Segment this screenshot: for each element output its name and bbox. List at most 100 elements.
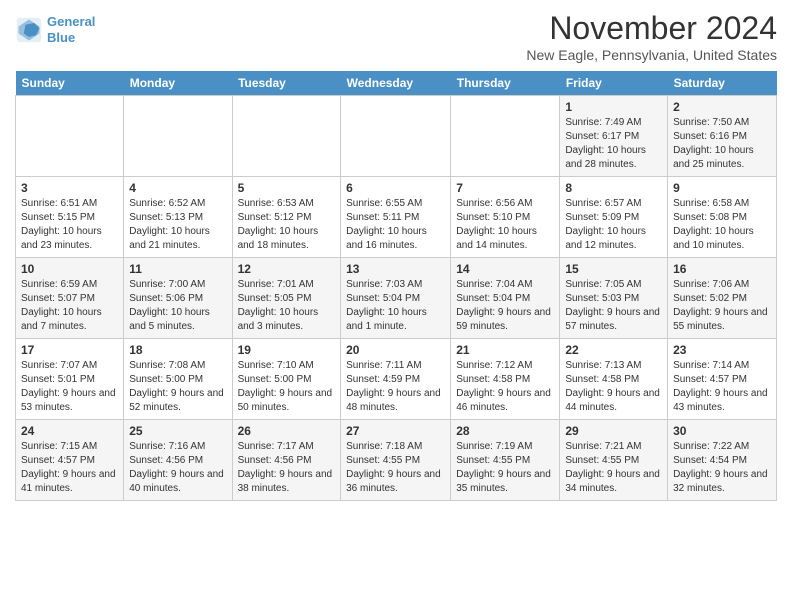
day-info: Sunrise: 6:58 AM Sunset: 5:08 PM Dayligh… bbox=[673, 197, 771, 253]
day-number: 10 bbox=[21, 262, 118, 276]
weekday-header: Saturday bbox=[668, 71, 777, 96]
day-info: Sunrise: 6:59 AM Sunset: 5:07 PM Dayligh… bbox=[21, 278, 118, 334]
calendar-week-row: 24 Sunrise: 7:15 AM Sunset: 4:57 PM Dayli… bbox=[16, 420, 777, 501]
day-number: 23 bbox=[673, 343, 771, 357]
day-number: 25 bbox=[129, 424, 226, 438]
month-title: November 2024 bbox=[526, 10, 777, 47]
calendar-cell: 30 Sunrise: 7:22 AM Sunset: 4:54 PM Dayli… bbox=[668, 420, 777, 501]
logo-text: General Blue bbox=[47, 14, 95, 45]
logo-line2: Blue bbox=[47, 30, 75, 45]
day-info: Sunrise: 7:10 AM Sunset: 5:00 PM Dayligh… bbox=[238, 359, 336, 415]
calendar-cell: 25 Sunrise: 7:16 AM Sunset: 4:56 PM Dayli… bbox=[124, 420, 232, 501]
calendar-cell: 19 Sunrise: 7:10 AM Sunset: 5:00 PM Dayli… bbox=[232, 339, 341, 420]
calendar-week-row: 1 Sunrise: 7:49 AM Sunset: 6:17 PM Daylig… bbox=[16, 96, 777, 177]
day-number: 30 bbox=[673, 424, 771, 438]
day-info: Sunrise: 7:19 AM Sunset: 4:55 PM Dayligh… bbox=[456, 440, 554, 496]
day-info: Sunrise: 6:51 AM Sunset: 5:15 PM Dayligh… bbox=[21, 197, 118, 253]
calendar-cell: 28 Sunrise: 7:19 AM Sunset: 4:55 PM Dayli… bbox=[451, 420, 560, 501]
calendar-cell: 1 Sunrise: 7:49 AM Sunset: 6:17 PM Daylig… bbox=[560, 96, 668, 177]
location: New Eagle, Pennsylvania, United States bbox=[526, 47, 777, 63]
day-info: Sunrise: 7:04 AM Sunset: 5:04 PM Dayligh… bbox=[456, 278, 554, 334]
day-info: Sunrise: 7:11 AM Sunset: 4:59 PM Dayligh… bbox=[346, 359, 445, 415]
day-info: Sunrise: 7:17 AM Sunset: 4:56 PM Dayligh… bbox=[238, 440, 336, 496]
day-info: Sunrise: 7:07 AM Sunset: 5:01 PM Dayligh… bbox=[21, 359, 118, 415]
calendar-cell bbox=[341, 96, 451, 177]
calendar-body: 1 Sunrise: 7:49 AM Sunset: 6:17 PM Daylig… bbox=[16, 96, 777, 501]
day-number: 19 bbox=[238, 343, 336, 357]
day-number: 7 bbox=[456, 181, 554, 195]
day-info: Sunrise: 7:00 AM Sunset: 5:06 PM Dayligh… bbox=[129, 278, 226, 334]
day-number: 15 bbox=[565, 262, 662, 276]
calendar-cell: 26 Sunrise: 7:17 AM Sunset: 4:56 PM Dayli… bbox=[232, 420, 341, 501]
calendar-cell: 10 Sunrise: 6:59 AM Sunset: 5:07 PM Dayli… bbox=[16, 258, 124, 339]
day-info: Sunrise: 6:52 AM Sunset: 5:13 PM Dayligh… bbox=[129, 197, 226, 253]
calendar-cell: 15Sunrise: 7:05 AM Sunset: 5:03 PM Dayli… bbox=[560, 258, 668, 339]
weekday-header: Sunday bbox=[16, 71, 124, 96]
day-info: Sunrise: 6:57 AM Sunset: 5:09 PM Dayligh… bbox=[565, 197, 662, 253]
day-number: 11 bbox=[129, 262, 226, 276]
day-info: Sunrise: 7:13 AM Sunset: 4:58 PM Dayligh… bbox=[565, 359, 662, 415]
day-number: 18 bbox=[129, 343, 226, 357]
day-number: 26 bbox=[238, 424, 336, 438]
day-number: 9 bbox=[673, 181, 771, 195]
day-info: Sunrise: 7:14 AM Sunset: 4:57 PM Dayligh… bbox=[673, 359, 771, 415]
day-number: 4 bbox=[129, 181, 226, 195]
day-number: 13 bbox=[346, 262, 445, 276]
day-info: Sunrise: 7:50 AM Sunset: 6:16 PM Dayligh… bbox=[673, 116, 771, 172]
calendar-cell bbox=[232, 96, 341, 177]
day-number: 27 bbox=[346, 424, 445, 438]
logo: General Blue bbox=[15, 14, 95, 45]
calendar-cell: 6 Sunrise: 6:55 AM Sunset: 5:11 PM Daylig… bbox=[341, 177, 451, 258]
calendar-cell: 5 Sunrise: 6:53 AM Sunset: 5:12 PM Daylig… bbox=[232, 177, 341, 258]
calendar-cell: 18 Sunrise: 7:08 AM Sunset: 5:00 PM Dayli… bbox=[124, 339, 232, 420]
calendar-cell: 21Sunrise: 7:12 AM Sunset: 4:58 PM Dayli… bbox=[451, 339, 560, 420]
day-number: 29 bbox=[565, 424, 662, 438]
weekday-header: Friday bbox=[560, 71, 668, 96]
day-info: Sunrise: 7:03 AM Sunset: 5:04 PM Dayligh… bbox=[346, 278, 445, 334]
page-header: General Blue November 2024 New Eagle, Pe… bbox=[15, 10, 777, 63]
day-number: 24 bbox=[21, 424, 118, 438]
calendar-cell bbox=[451, 96, 560, 177]
weekday-header: Wednesday bbox=[341, 71, 451, 96]
logo-icon bbox=[15, 16, 43, 44]
calendar-cell: 14 Sunrise: 7:04 AM Sunset: 5:04 PM Dayli… bbox=[451, 258, 560, 339]
calendar-week-row: 10 Sunrise: 6:59 AM Sunset: 5:07 PM Dayli… bbox=[16, 258, 777, 339]
day-number: 3 bbox=[21, 181, 118, 195]
day-info: Sunrise: 6:53 AM Sunset: 5:12 PM Dayligh… bbox=[238, 197, 336, 253]
calendar-cell: 29Sunrise: 7:21 AM Sunset: 4:55 PM Dayli… bbox=[560, 420, 668, 501]
day-number: 5 bbox=[238, 181, 336, 195]
header-row: SundayMondayTuesdayWednesdayThursdayFrid… bbox=[16, 71, 777, 96]
day-info: Sunrise: 7:49 AM Sunset: 6:17 PM Dayligh… bbox=[565, 116, 662, 172]
day-number: 14 bbox=[456, 262, 554, 276]
calendar-cell bbox=[16, 96, 124, 177]
day-info: Sunrise: 7:22 AM Sunset: 4:54 PM Dayligh… bbox=[673, 440, 771, 496]
day-number: 16 bbox=[673, 262, 771, 276]
calendar-header: SundayMondayTuesdayWednesdayThursdayFrid… bbox=[16, 71, 777, 96]
calendar-cell: 8 Sunrise: 6:57 AM Sunset: 5:09 PM Daylig… bbox=[560, 177, 668, 258]
day-info: Sunrise: 6:55 AM Sunset: 5:11 PM Dayligh… bbox=[346, 197, 445, 253]
day-info: Sunrise: 7:16 AM Sunset: 4:56 PM Dayligh… bbox=[129, 440, 226, 496]
calendar-cell: 7 Sunrise: 6:56 AM Sunset: 5:10 PM Daylig… bbox=[451, 177, 560, 258]
calendar-cell: 11 Sunrise: 7:00 AM Sunset: 5:06 PM Dayli… bbox=[124, 258, 232, 339]
day-number: 22 bbox=[565, 343, 662, 357]
title-block: November 2024 New Eagle, Pennsylvania, U… bbox=[526, 10, 777, 63]
day-number: 1 bbox=[565, 100, 662, 114]
calendar-cell: 9 Sunrise: 6:58 AM Sunset: 5:08 PM Daylig… bbox=[668, 177, 777, 258]
day-number: 8 bbox=[565, 181, 662, 195]
calendar-week-row: 3 Sunrise: 6:51 AM Sunset: 5:15 PM Daylig… bbox=[16, 177, 777, 258]
day-info: Sunrise: 7:06 AM Sunset: 5:02 PM Dayligh… bbox=[673, 278, 771, 334]
day-info: Sunrise: 7:18 AM Sunset: 4:55 PM Dayligh… bbox=[346, 440, 445, 496]
calendar-cell: 17Sunrise: 7:07 AM Sunset: 5:01 PM Dayli… bbox=[16, 339, 124, 420]
day-number: 28 bbox=[456, 424, 554, 438]
calendar-cell: 4 Sunrise: 6:52 AM Sunset: 5:13 PM Daylig… bbox=[124, 177, 232, 258]
weekday-header: Thursday bbox=[451, 71, 560, 96]
calendar-cell bbox=[124, 96, 232, 177]
day-number: 12 bbox=[238, 262, 336, 276]
day-number: 21 bbox=[456, 343, 554, 357]
day-number: 6 bbox=[346, 181, 445, 195]
calendar-cell: 13 Sunrise: 7:03 AM Sunset: 5:04 PM Dayli… bbox=[341, 258, 451, 339]
day-info: Sunrise: 6:56 AM Sunset: 5:10 PM Dayligh… bbox=[456, 197, 554, 253]
calendar-cell: 23 Sunrise: 7:14 AM Sunset: 4:57 PM Dayli… bbox=[668, 339, 777, 420]
day-info: Sunrise: 7:15 AM Sunset: 4:57 PM Dayligh… bbox=[21, 440, 118, 496]
day-info: Sunrise: 7:08 AM Sunset: 5:00 PM Dayligh… bbox=[129, 359, 226, 415]
